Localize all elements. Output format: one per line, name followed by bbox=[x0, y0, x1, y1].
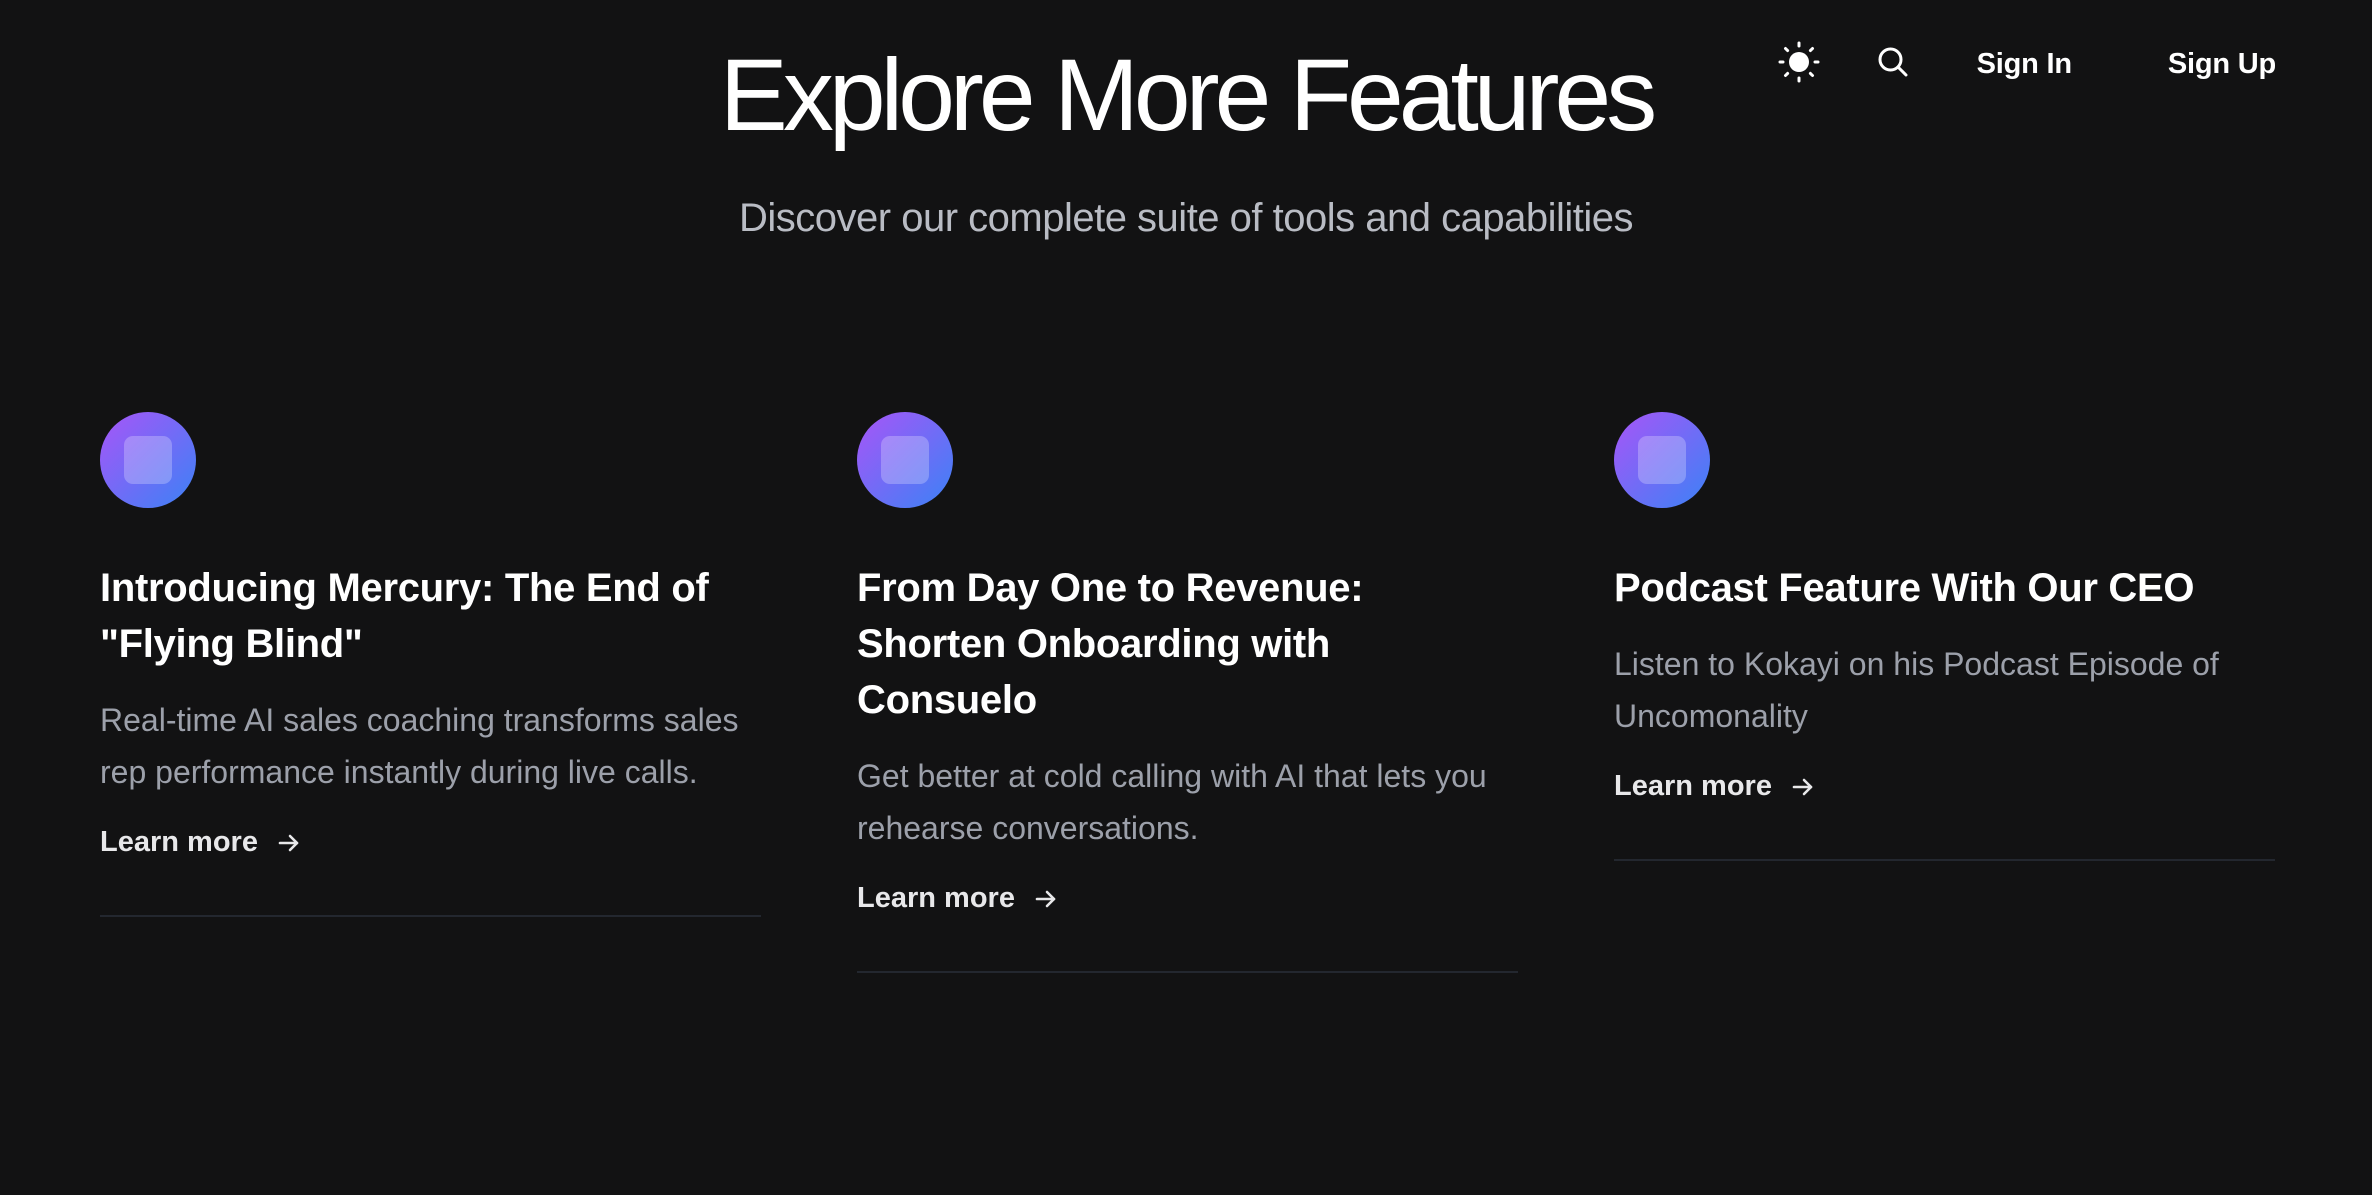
feature-card: Podcast Feature With Our CEO Listen to K… bbox=[1614, 412, 2275, 973]
feature-card-title: From Day One to Revenue: Shorten Onboard… bbox=[857, 566, 1364, 722]
feature-card-description: Listen to Kokayi on his Podcast Episode … bbox=[1614, 646, 2219, 734]
feature-card-description: Get better at cold calling with AI that … bbox=[857, 758, 1487, 846]
feature-card-description: Real-time AI sales coaching transforms s… bbox=[100, 702, 739, 790]
page-subtitle: Discover our complete suite of tools and… bbox=[739, 196, 1633, 240]
learn-more-link[interactable]: Learn more bbox=[1614, 770, 2275, 803]
learn-more-label: Learn more bbox=[100, 826, 258, 858]
feature-card-title: Introducing Mercury: The End of "Flying … bbox=[100, 566, 709, 666]
learn-more-label: Learn more bbox=[1614, 770, 1772, 802]
page-title: Explore More Features bbox=[719, 38, 1657, 152]
arrow-right-icon bbox=[276, 830, 302, 856]
learn-more-link[interactable]: Learn more bbox=[100, 826, 761, 859]
arrow-right-icon bbox=[1790, 774, 1816, 800]
feature-card: From Day One to Revenue: Shorten Onboard… bbox=[857, 412, 1518, 973]
card-divider bbox=[100, 915, 761, 917]
feature-icon bbox=[1614, 412, 1710, 508]
learn-more-label: Learn more bbox=[857, 882, 1015, 914]
page: Sign In Sign Up Explore More Features Di… bbox=[0, 0, 2372, 1195]
feature-icon bbox=[100, 412, 196, 508]
feature-icon bbox=[857, 412, 953, 508]
arrow-right-icon bbox=[1033, 886, 1059, 912]
feature-card-title: Podcast Feature With Our CEO bbox=[1614, 566, 2195, 610]
card-divider bbox=[1614, 859, 2275, 861]
learn-more-link[interactable]: Learn more bbox=[857, 882, 1518, 915]
feature-cards: Introducing Mercury: The End of "Flying … bbox=[100, 412, 2275, 973]
card-divider bbox=[857, 971, 1518, 973]
feature-card: Introducing Mercury: The End of "Flying … bbox=[100, 412, 761, 973]
